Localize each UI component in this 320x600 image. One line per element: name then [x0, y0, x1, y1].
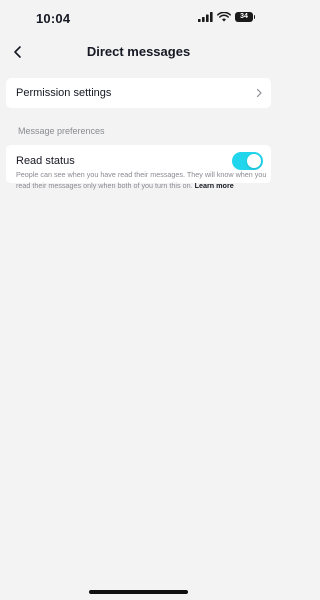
- battery-level: 34: [240, 13, 248, 20]
- battery-icon: 34: [235, 12, 255, 22]
- read-status-card: Read status People can see when you have…: [6, 145, 271, 190]
- status-bar: 10:04 34: [0, 0, 277, 36]
- read-status-toggle[interactable]: [232, 152, 263, 170]
- wifi-icon: [217, 12, 231, 22]
- home-indicator[interactable]: [89, 590, 188, 594]
- chevron-right-icon: [256, 88, 262, 98]
- nav-bar: Direct messages: [0, 36, 277, 68]
- toggle-knob: [247, 154, 261, 168]
- permission-settings-label: Permission settings: [16, 87, 112, 99]
- message-preferences-header: Message preferences: [18, 126, 105, 136]
- read-status-label: Read status: [16, 155, 75, 167]
- status-icons: 34: [198, 12, 255, 22]
- read-status-description: People can see when you have read their …: [16, 170, 271, 191]
- permission-settings-row[interactable]: Permission settings: [6, 78, 271, 108]
- learn-more-link[interactable]: Learn more: [195, 181, 234, 190]
- status-time: 10:04: [36, 11, 71, 26]
- page-title: Direct messages: [86, 44, 191, 59]
- cellular-signal-icon: [198, 12, 213, 22]
